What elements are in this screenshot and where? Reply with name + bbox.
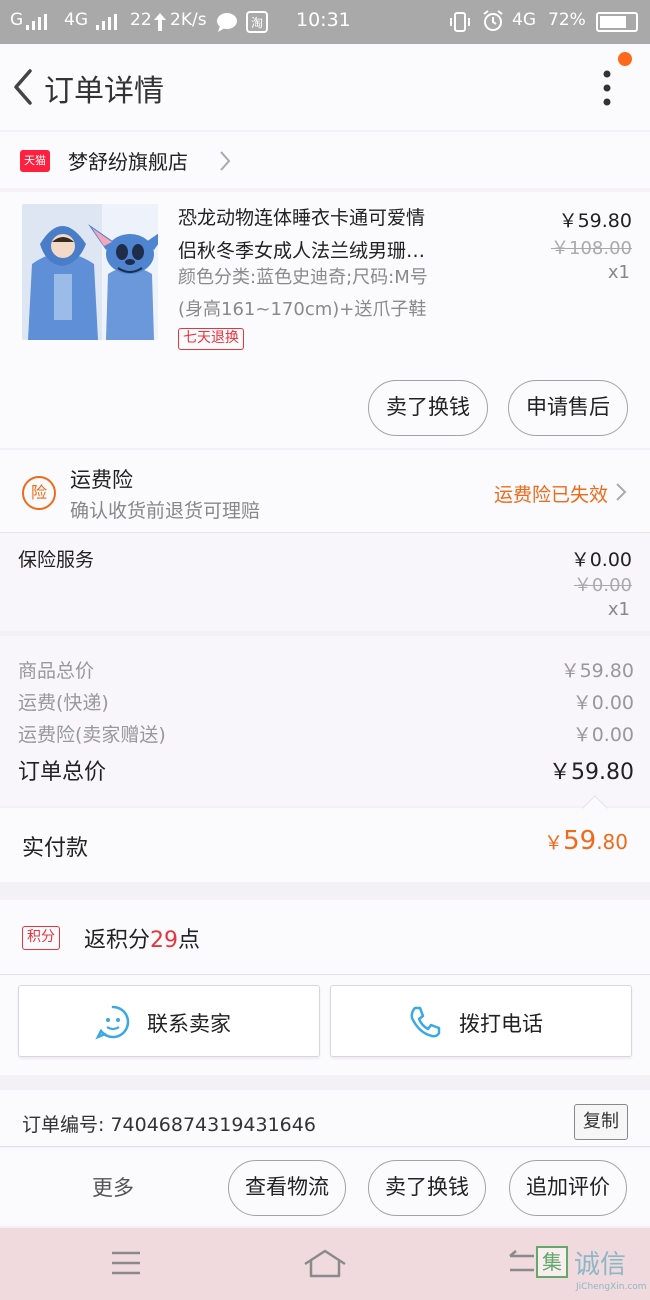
network-speed: 2K/s (170, 10, 207, 30)
more-link[interactable]: 更多 (92, 1172, 134, 1202)
product-original-price: ￥108.00 (551, 238, 632, 259)
bottom-action-bar: 更多 查看物流 卖了换钱 追加评价 (0, 1148, 650, 1226)
status-bar: G 4G 22 2K/s 淘 10:31 4G 72% (0, 0, 650, 44)
points-suffix: 点 (178, 928, 201, 953)
points-text: 返积分29点 (84, 922, 200, 954)
service-original-price: ￥0.00 (573, 575, 632, 596)
points-value: 29 (150, 928, 179, 953)
product-title[interactable]: 恐龙动物连体睡衣卡通可爱情 侣秋冬季女成人法兰绒男珊… (178, 202, 470, 268)
insurance-title: 运费险 (70, 468, 133, 492)
order-total-value: ￥59.80 (549, 760, 634, 785)
product-attributes: 颜色分类:蓝色史迪奇;尺码:M号 (身高161~170cm)+送爪子鞋 (178, 262, 478, 326)
back-arrow-icon[interactable] (10, 68, 36, 106)
product-image[interactable] (22, 204, 158, 340)
store-row[interactable]: 天猫 梦舒纷旗舰店 (0, 132, 650, 188)
upload-arrow-icon (154, 13, 166, 31)
alarm-icon (483, 10, 503, 31)
notification-dot (618, 52, 632, 66)
view-logistics-button[interactable]: 查看物流 (228, 1160, 346, 1216)
watermark-mark: 集 (536, 1246, 568, 1278)
goods-total-value: ￥59.80 (560, 660, 634, 682)
back-nav-icon[interactable] (506, 1250, 536, 1276)
product-card: 恐龙动物连体睡衣卡通可爱情 侣秋冬季女成人法兰绒男珊… 颜色分类:蓝色史迪奇;尺… (0, 192, 650, 448)
taobao-icon: 淘 (246, 11, 268, 33)
svg-text:淘: 淘 (251, 16, 263, 30)
battery-icon (596, 12, 638, 32)
points-row: 积分 返积分29点 (0, 900, 650, 974)
add-review-button[interactable]: 追加评价 (509, 1160, 627, 1216)
points-prefix: 返积分 (84, 928, 151, 953)
tmall-badge: 天猫 (20, 150, 50, 172)
order-number-row: 订单编号: 74046874319431646 复制 (0, 1090, 650, 1146)
insurance-subtitle: 确认收货前退货可理赔 (70, 500, 261, 522)
service-label: 保险服务 (18, 549, 95, 571)
points-badge: 积分 (22, 926, 60, 950)
home-icon[interactable] (302, 1248, 348, 1278)
paid-amount-integer: 59 (563, 826, 597, 856)
insurance-fee-label: 运费险(卖家赠送) (18, 724, 166, 746)
battery-percent: 72% (548, 10, 586, 30)
chevron-right-icon (220, 151, 231, 171)
return-policy-badge: 七天退换 (178, 328, 244, 350)
signal-icon (26, 14, 47, 30)
clock: 10:31 (296, 9, 351, 31)
contact-actions: 联系卖家 拨打电话 (0, 975, 650, 1075)
shipping-fee-label: 运费(快递) (18, 692, 109, 714)
chat-bubble-icon (217, 13, 237, 32)
product-quantity: x1 (607, 262, 630, 283)
product-attr-line: (身高161~170cm)+送爪子鞋 (178, 299, 427, 320)
vibrate-icon (450, 12, 470, 32)
product-title-line: 恐龙动物连体睡衣卡通可爱情 (178, 207, 426, 229)
paid-label: 实付款 (22, 836, 89, 861)
copy-button[interactable]: 复制 (574, 1104, 628, 1140)
paid-amount: ￥59.80 (544, 826, 628, 856)
chevron-right-icon (616, 483, 627, 501)
app-header: 订单详情 (0, 44, 650, 130)
watermark-text: 诚信 (574, 1250, 627, 1280)
more-vertical-icon[interactable] (596, 66, 618, 110)
goods-total-label: 商品总价 (18, 660, 95, 682)
contact-seller-button[interactable]: 联系卖家 (18, 985, 320, 1057)
paid-amount-row: 实付款 ￥59.80 (0, 795, 650, 882)
product-price: ￥59.80 (558, 210, 632, 232)
page-title: 订单详情 (44, 74, 164, 109)
service-quantity: x1 (607, 599, 630, 620)
phone-icon (410, 1006, 441, 1038)
call-phone-label: 拨打电话 (459, 1012, 543, 1036)
store-name: 梦舒纷旗舰店 (68, 150, 188, 174)
order-total-label: 订单总价 (18, 760, 107, 785)
notification-count: 22 (130, 10, 152, 30)
signal-icon (96, 14, 117, 30)
price-summary: 商品总价 ￥59.80 运费(快递) ￥0.00 运费险(卖家赠送) ￥0.00… (0, 636, 650, 806)
insurance-service-row: 保险服务 ￥0.00 ￥0.00 x1 (0, 533, 650, 631)
currency-symbol: ￥ (544, 832, 564, 854)
network-label: 4G (512, 10, 536, 30)
contact-seller-label: 联系卖家 (147, 1012, 231, 1036)
product-attr-line: 颜色分类:蓝色史迪奇;尺码:M号 (178, 267, 428, 288)
paid-amount-cents: .80 (596, 830, 628, 854)
shipping-fee-value: ￥0.00 (572, 692, 634, 714)
after-sale-button[interactable]: 申请售后 (508, 380, 628, 436)
call-phone-button[interactable]: 拨打电话 (330, 985, 632, 1057)
chat-smile-icon (95, 1005, 130, 1040)
insurance-icon: 险 (22, 476, 56, 510)
order-number: 订单编号: 74046874319431646 (22, 1114, 316, 1136)
divider (0, 1146, 650, 1147)
network-label: 4G (64, 10, 88, 30)
carrier-label: G (10, 10, 24, 30)
sell-resale-button[interactable]: 卖了换钱 (368, 1160, 486, 1216)
shipping-insurance-row[interactable]: 险 运费险 确认收货前退货可理赔 运费险已失效 (0, 450, 650, 532)
insurance-fee-value: ￥0.00 (572, 724, 634, 746)
service-price: ￥0.00 (570, 549, 632, 571)
watermark-subtext: JiChengXin.com (576, 1282, 647, 1292)
menu-icon[interactable] (110, 1250, 142, 1276)
insurance-status: 运费险已失效 (493, 484, 608, 506)
sell-resale-button[interactable]: 卖了换钱 (368, 380, 488, 436)
system-nav-bar: 集 诚信 JiChengXin.com (0, 1228, 650, 1300)
